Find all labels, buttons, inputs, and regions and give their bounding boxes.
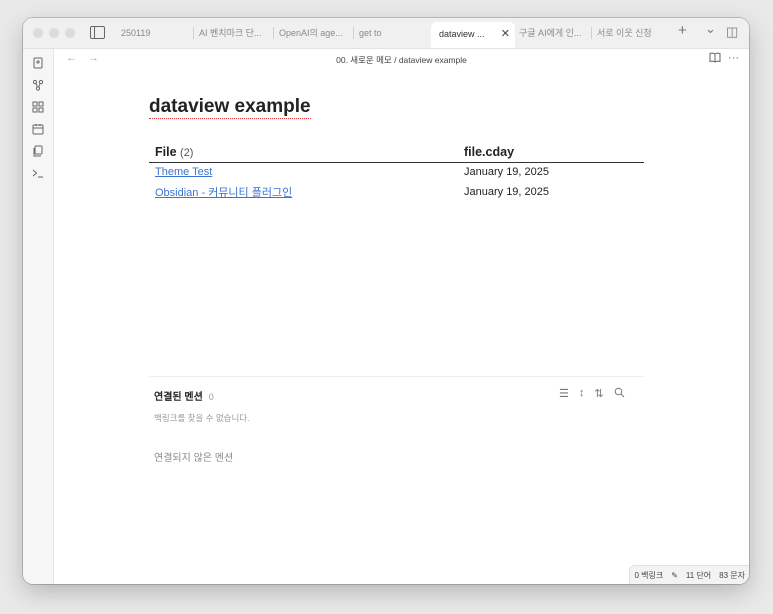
- new-tab-icon[interactable]: +: [678, 22, 687, 39]
- tab-dataview-example[interactable]: dataview ... ✕: [431, 22, 515, 48]
- column-header-file[interactable]: File (2): [149, 142, 458, 163]
- unlinked-mentions-header[interactable]: 연결되지 않은 멘션: [154, 449, 233, 464]
- note-nav-bar: ← → 00. 새로운 메모 / dataview example ···: [54, 49, 749, 71]
- linked-mentions-label: 연결된 멘션: [154, 392, 203, 403]
- tab-label: 구글 AI에게 인...: [519, 28, 582, 38]
- tab-label: 서로 이웃 신청: [597, 28, 652, 38]
- list-view-icon[interactable]: ☰: [559, 387, 569, 401]
- search-icon[interactable]: [614, 387, 625, 401]
- book-open-icon[interactable]: [709, 52, 721, 66]
- window-controls: [33, 28, 75, 38]
- tab-list-chevron-down-icon[interactable]: ⌄: [705, 21, 716, 37]
- table-cell-file: Obsidian - 커뮤니티 플러그인: [149, 181, 458, 203]
- tab-get-to[interactable]: get to: [353, 23, 431, 43]
- edit-mode-icon[interactable]: ✎: [671, 571, 678, 580]
- no-backlinks-message: 백링크를 찾을 수 없습니다.: [154, 413, 250, 423]
- table-row: Theme Test January 19, 2025: [149, 163, 644, 182]
- app-window: 250119 AI 벤치마크 단... OpenAI의 age... get t…: [23, 18, 749, 584]
- tab-bar: 250119 AI 벤치마크 단... OpenAI의 age... get t…: [23, 18, 749, 49]
- templates-icon[interactable]: [31, 145, 45, 159]
- right-sidebar-toggle-icon[interactable]: ◫: [726, 24, 738, 40]
- close-tab-icon[interactable]: ✕: [501, 22, 510, 46]
- tab-google-ai[interactable]: 구글 AI에게 인...: [513, 23, 591, 43]
- table-header-row: File (2) file.cday: [149, 142, 644, 163]
- table-cell-cday: January 19, 2025: [464, 166, 550, 178]
- backlinks-divider: [149, 376, 644, 377]
- file-link[interactable]: Theme Test: [155, 166, 212, 178]
- tab-label: AI 벤치마크 단...: [199, 28, 262, 38]
- tab-label: OpenAI의 age...: [279, 28, 343, 38]
- minimize-window-button[interactable]: [49, 28, 59, 38]
- table-cell-file: Theme Test: [149, 163, 458, 182]
- breadcrumb[interactable]: 00. 새로운 메모 / dataview example: [54, 54, 749, 66]
- more-options-icon[interactable]: ···: [728, 52, 739, 64]
- note-title[interactable]: dataview example: [149, 96, 311, 119]
- dataview-table: File (2) file.cday Theme Test January 19…: [149, 142, 644, 203]
- linked-mentions-header[interactable]: 연결된 멘션 0: [154, 388, 214, 403]
- tab-label: 250119: [121, 28, 151, 38]
- backlink-count[interactable]: 0 백링크: [634, 570, 663, 581]
- table-row: Obsidian - 커뮤니티 플러그인 January 19, 2025: [149, 181, 644, 203]
- terminal-icon[interactable]: [31, 167, 45, 181]
- tab-250119[interactable]: 250119: [115, 23, 191, 43]
- word-count: 11 단어: [685, 570, 712, 580]
- tab-label: dataview ...: [439, 29, 485, 39]
- header-label: File: [155, 145, 177, 159]
- column-header-cday[interactable]: file.cday: [458, 142, 644, 163]
- daily-note-icon[interactable]: [31, 123, 45, 137]
- char-count: 83 문자: [719, 570, 745, 580]
- left-ribbon: [23, 49, 54, 584]
- zoom-window-button[interactable]: [65, 28, 75, 38]
- sort-icon[interactable]: ⇅: [594, 387, 603, 401]
- sidebar-toggle-icon[interactable]: [90, 26, 105, 39]
- file-link[interactable]: Obsidian - 커뮤니티 플러그인: [155, 187, 292, 199]
- close-window-button[interactable]: [33, 28, 43, 38]
- tab-neighbor-request[interactable]: 서로 이웃 신청: [591, 23, 669, 43]
- file-explorer-icon[interactable]: [31, 57, 45, 71]
- linked-mentions-count: 0: [208, 392, 214, 402]
- result-count: (2): [180, 147, 194, 159]
- graph-view-icon[interactable]: [31, 79, 45, 93]
- tab-openai-agent[interactable]: OpenAI의 age...: [273, 23, 351, 43]
- canvas-icon[interactable]: [31, 101, 45, 115]
- status-bar: 0 백링크 ✎ 11 단어 83 문자: [629, 565, 749, 584]
- tab-label: get to: [359, 28, 382, 38]
- tab-ai-benchmark[interactable]: AI 벤치마크 단...: [193, 23, 271, 43]
- backlinks-toolbar: ☰ ↕ ⇅: [559, 387, 625, 401]
- expand-collapse-icon[interactable]: ↕: [579, 387, 585, 401]
- table-cell-cday: January 19, 2025: [464, 186, 550, 198]
